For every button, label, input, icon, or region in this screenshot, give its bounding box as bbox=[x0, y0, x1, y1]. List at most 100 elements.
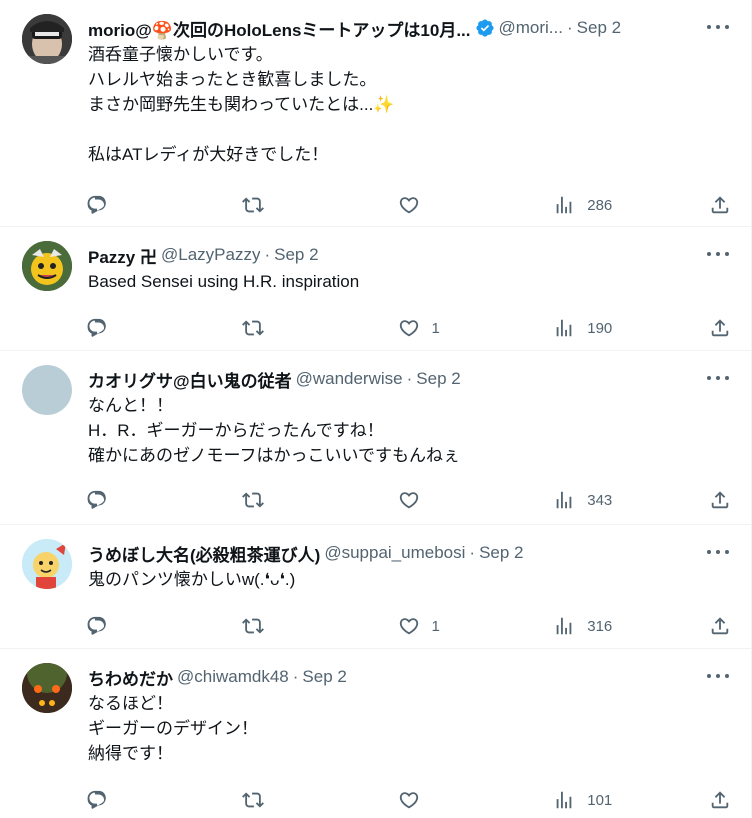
views-button[interactable]: 316 bbox=[553, 615, 613, 637]
author-handle[interactable]: @suppai_umebosi bbox=[324, 543, 465, 563]
tweet-text: なるほど！ ギーガーのデザイン！ 納得です！ bbox=[88, 694, 258, 763]
timestamp[interactable]: Sep 2 bbox=[577, 18, 621, 38]
reply-icon bbox=[87, 790, 106, 809]
reply-icon bbox=[87, 318, 106, 337]
share-icon bbox=[711, 791, 729, 809]
author-name[interactable]: Pazzy 卍 bbox=[88, 243, 157, 268]
author-name[interactable]: うめぼし大名(必殺粗茶運び人) bbox=[88, 541, 320, 566]
action-bar: 101 bbox=[86, 774, 731, 818]
retweet-button[interactable] bbox=[241, 317, 302, 339]
author-name[interactable]: morio@🍄次回のHoloLensミートアップは10月... bbox=[88, 16, 471, 41]
timestamp[interactable]: Sep 2 bbox=[416, 369, 460, 389]
reply-icon bbox=[87, 490, 106, 509]
retweet-button[interactable] bbox=[241, 789, 302, 811]
views-count: 190 bbox=[587, 319, 613, 337]
avatar[interactable] bbox=[22, 241, 72, 291]
separator-dot: · bbox=[469, 543, 476, 562]
share-button[interactable] bbox=[709, 789, 731, 811]
like-icon bbox=[399, 492, 418, 509]
reply-button[interactable] bbox=[86, 789, 146, 811]
author-handle[interactable]: @wanderwise bbox=[296, 369, 403, 389]
tweet-text: なんと！！ H．R．ギーガーからだったんですね！ 確かにあのゼノモーフはかっこい… bbox=[88, 396, 460, 465]
retweet-button[interactable] bbox=[241, 615, 302, 637]
reply-icon bbox=[87, 195, 106, 214]
reply-icon bbox=[87, 616, 106, 635]
author-name[interactable]: カオリグサ@白い鬼の従者 bbox=[88, 367, 292, 392]
author-handle[interactable]: @chiwamdk48 bbox=[177, 667, 289, 687]
like-icon bbox=[399, 618, 418, 635]
retweet-icon bbox=[241, 792, 264, 808]
like-button[interactable]: 1 bbox=[398, 317, 458, 339]
avatar[interactable] bbox=[22, 365, 72, 415]
timestamp[interactable]: Sep 2 bbox=[274, 245, 318, 265]
action-bar: 343 bbox=[86, 474, 731, 526]
more-button[interactable] bbox=[707, 18, 729, 36]
reply-button[interactable] bbox=[86, 194, 146, 216]
more-button[interactable] bbox=[707, 369, 729, 387]
views-icon bbox=[556, 196, 572, 214]
author-name[interactable]: ちわめだか bbox=[88, 665, 173, 690]
share-icon bbox=[711, 617, 729, 635]
share-button[interactable] bbox=[709, 194, 731, 216]
share-button[interactable] bbox=[709, 317, 731, 339]
like-icon bbox=[399, 792, 418, 809]
reply-button[interactable] bbox=[86, 489, 146, 511]
views-icon bbox=[556, 491, 572, 509]
retweet-icon bbox=[241, 320, 264, 336]
views-button[interactable]: 190 bbox=[553, 317, 613, 339]
views-button[interactable]: 286 bbox=[553, 194, 613, 216]
retweet-icon bbox=[241, 197, 264, 213]
retweet-button[interactable] bbox=[241, 489, 302, 511]
like-button[interactable] bbox=[398, 194, 458, 216]
separator-dot: · bbox=[406, 369, 413, 388]
views-count: 316 bbox=[587, 617, 613, 635]
more-button[interactable] bbox=[707, 543, 729, 561]
views-button[interactable]: 343 bbox=[553, 489, 613, 511]
separator-dot: · bbox=[566, 18, 573, 37]
views-icon bbox=[556, 617, 572, 635]
timestamp[interactable]: Sep 2 bbox=[302, 667, 346, 687]
tweet-text: Based Sensei using H.R. inspiration bbox=[88, 272, 360, 291]
timestamp[interactable]: Sep 2 bbox=[479, 543, 523, 563]
tweet[interactable]: ちわめだか @chiwamdk48 · Sep 2 なるほど！ ギーガーのデザイ… bbox=[0, 649, 751, 818]
action-bar: 286 bbox=[86, 179, 731, 231]
author-handle[interactable]: @mori... bbox=[499, 18, 563, 38]
share-icon bbox=[711, 319, 729, 337]
avatar[interactable] bbox=[22, 663, 72, 713]
reply-button[interactable] bbox=[86, 615, 146, 637]
views-count: 286 bbox=[587, 196, 613, 214]
action-bar: 1 190 bbox=[86, 302, 731, 354]
author-handle[interactable]: @LazyPazzy bbox=[161, 245, 260, 265]
share-button[interactable] bbox=[709, 615, 731, 637]
like-icon bbox=[399, 197, 418, 214]
verified-icon bbox=[475, 19, 494, 37]
like-count: 1 bbox=[431, 617, 440, 635]
separator-dot: · bbox=[264, 245, 271, 264]
share-icon bbox=[711, 196, 729, 214]
more-button[interactable] bbox=[707, 245, 729, 263]
avatar[interactable] bbox=[22, 14, 72, 64]
tweet-text: 酒呑童子懐かしいです。 ハレルヤ始まったとき歓喜しました。 まさか岡野先生も関わ… bbox=[88, 45, 395, 164]
share-button[interactable] bbox=[709, 489, 731, 511]
like-count: 1 bbox=[431, 319, 440, 337]
like-button[interactable] bbox=[398, 789, 458, 811]
reply-button[interactable] bbox=[86, 317, 146, 339]
action-bar: 1 316 bbox=[86, 600, 731, 652]
views-button[interactable]: 101 bbox=[553, 789, 613, 811]
avatar[interactable] bbox=[22, 539, 72, 589]
more-button[interactable] bbox=[707, 667, 729, 685]
reply-feed: morio@🍄次回のHoloLensミートアップは10月... @mori...… bbox=[0, 0, 752, 818]
tweet[interactable]: うめぼし大名(必殺粗茶運び人) @suppai_umebosi · Sep 2 … bbox=[0, 525, 751, 649]
tweet[interactable]: morio@🍄次回のHoloLensミートアップは10月... @mori...… bbox=[0, 0, 751, 227]
tweet[interactable]: Pazzy 卍 @LazyPazzy · Sep 2 Based Sensei … bbox=[0, 227, 751, 351]
like-button[interactable]: 1 bbox=[398, 615, 458, 637]
views-icon bbox=[556, 319, 572, 337]
retweet-button[interactable] bbox=[241, 194, 302, 216]
views-count: 101 bbox=[587, 791, 613, 809]
retweet-icon bbox=[241, 492, 264, 508]
retweet-icon bbox=[241, 618, 264, 634]
tweet[interactable]: カオリグサ@白い鬼の従者 @wanderwise · Sep 2 なんと！！ H… bbox=[0, 351, 751, 525]
like-icon bbox=[399, 320, 418, 337]
separator-dot: · bbox=[292, 667, 299, 686]
like-button[interactable] bbox=[398, 489, 458, 511]
